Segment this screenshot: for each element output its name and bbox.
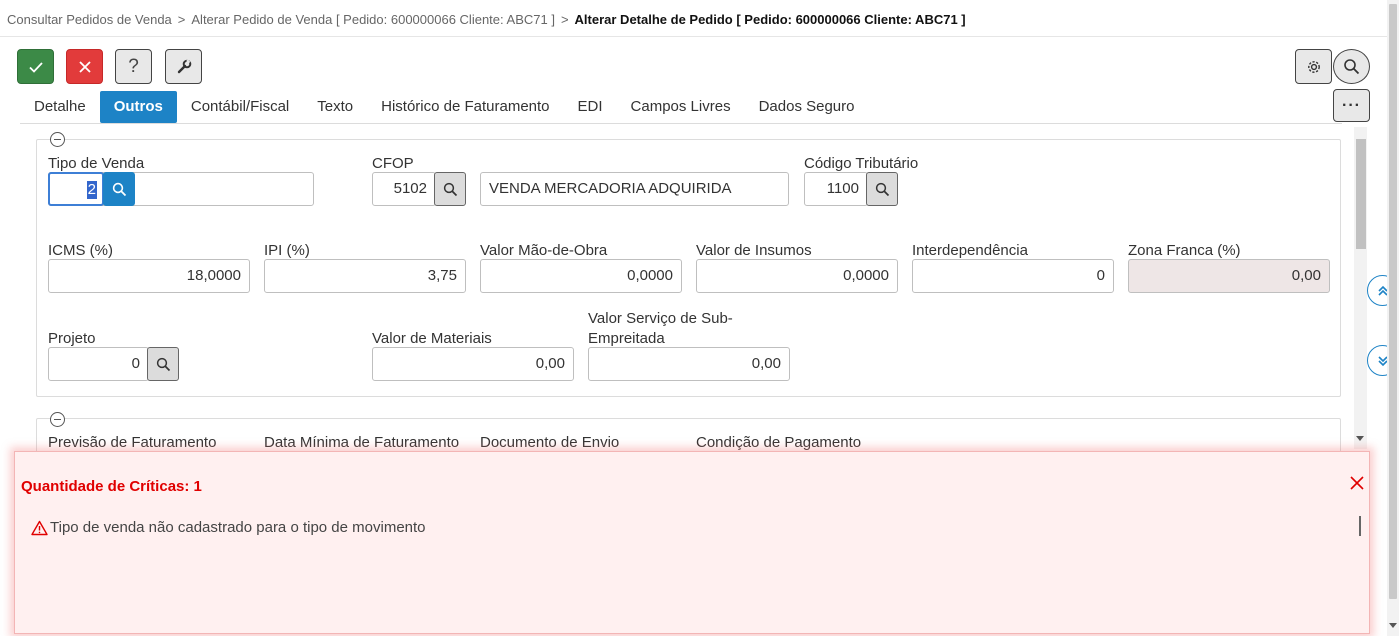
warning-icon — [31, 520, 48, 535]
search-button[interactable] — [1333, 49, 1370, 84]
cfop-lookup-button[interactable] — [434, 172, 466, 206]
help-button[interactable]: ? — [115, 49, 152, 84]
header-divider — [0, 36, 1399, 37]
ipi-label: IPI (%) — [264, 242, 310, 259]
previsao-faturamento-label: Previsão de Faturamento — [48, 434, 217, 451]
codigo-tributario-label: Código Tributário — [804, 155, 919, 172]
codigo-tributario-input[interactable]: 1100 — [804, 172, 868, 206]
tab-outros[interactable]: Outros — [99, 91, 177, 123]
cfop-label: CFOP — [372, 155, 414, 172]
ipi-input[interactable]: 3,75 — [264, 259, 466, 293]
more-label: ··· — [1342, 96, 1361, 114]
projeto-lookup-button[interactable] — [147, 347, 179, 381]
tab-campos-livres[interactable]: Campos Livres — [617, 91, 745, 123]
projeto-input[interactable]: 0 — [48, 347, 149, 381]
close-icon — [1350, 476, 1364, 490]
gear-icon — [1307, 60, 1320, 73]
breadcrumb-separator: > — [560, 12, 569, 27]
error-close-button[interactable] — [1348, 474, 1366, 492]
interdependencia-label: Interdependência — [912, 242, 1028, 259]
valor-insumos-input[interactable]: 0,0000 — [696, 259, 898, 293]
collapse-section-icon[interactable] — [50, 132, 65, 147]
close-icon — [78, 60, 91, 73]
check-icon — [28, 61, 43, 73]
valor-materiais-input[interactable]: 0,00 — [372, 347, 574, 381]
zona-franca-input: 0,00 — [1128, 259, 1330, 293]
search-icon — [443, 182, 457, 196]
search-icon — [156, 357, 170, 371]
valor-servico-input[interactable]: 0,00 — [588, 347, 790, 381]
text-caret — [1359, 516, 1361, 536]
error-count-title: Quantidade de Críticas: 1 — [21, 478, 202, 495]
error-message-text: Tipo de venda não cadastrado para o tipo… — [50, 519, 426, 536]
condicao-pagamento-label: Condição de Pagamento — [696, 434, 862, 451]
breadcrumb-link-consultar-pedidos[interactable]: Consultar Pedidos de Venda — [7, 12, 172, 27]
icms-input[interactable]: 18,0000 — [48, 259, 250, 293]
search-icon — [1344, 59, 1360, 75]
valor-mao-obra-input[interactable]: 0,0000 — [480, 259, 682, 293]
tab-edi[interactable]: EDI — [564, 91, 617, 123]
tab-dados-seguro[interactable]: Dados Seguro — [745, 91, 869, 123]
search-icon — [875, 182, 889, 196]
error-message-item: Tipo de venda não cadastrado para o tipo… — [31, 519, 426, 536]
settings-button[interactable] — [1295, 49, 1332, 84]
cancel-button[interactable] — [66, 49, 103, 84]
breadcrumb: Consultar Pedidos de Venda > Alterar Pedid… — [7, 12, 966, 27]
zona-franca-label: Zona Franca (%) — [1128, 242, 1241, 259]
collapse-section-icon[interactable] — [50, 412, 65, 427]
cfop-description-field: VENDA MERCADORIA ADQUIRIDA — [480, 172, 789, 206]
breadcrumb-separator: > — [177, 12, 186, 27]
tab-historico-faturamento[interactable]: Histórico de Faturamento — [367, 91, 563, 123]
valor-servico-label-line2: Empreitada — [588, 330, 665, 347]
scroll-down-arrow-icon[interactable] — [1356, 436, 1364, 441]
valor-materiais-label: Valor de Materiais — [372, 330, 492, 347]
tab-contabil-fiscal[interactable]: Contábil/Fiscal — [177, 91, 303, 123]
tab-texto[interactable]: Texto — [303, 91, 367, 123]
breadcrumb-link-alterar-pedido[interactable]: Alterar Pedido de Venda [ Pedido: 600000… — [191, 12, 555, 27]
cfop-input[interactable]: 5102 — [372, 172, 436, 206]
tools-button[interactable] — [165, 49, 202, 84]
wrench-icon — [177, 58, 191, 73]
codigo-tributario-lookup-button[interactable] — [866, 172, 898, 206]
valor-servico-label-line1: Valor Serviço de Sub- — [588, 310, 733, 327]
tipo-venda-lookup-button[interactable] — [103, 172, 135, 206]
icms-label: ICMS (%) — [48, 242, 113, 259]
valor-insumos-label: Valor de Insumos — [696, 242, 812, 259]
confirm-button[interactable] — [17, 49, 54, 84]
search-icon — [112, 182, 126, 196]
more-options-button[interactable]: ··· — [1333, 89, 1370, 122]
tipo-venda-input[interactable]: 2 — [48, 172, 104, 206]
error-panel: Quantidade de Críticas: 1 Tipo de venda … — [14, 451, 1370, 634]
tab-bar: Detalhe Outros Contábil/Fiscal Texto His… — [20, 91, 868, 123]
interdependencia-input[interactable]: 0 — [912, 259, 1114, 293]
help-label: ? — [128, 55, 139, 77]
tab-detalhe[interactable]: Detalhe — [20, 91, 100, 123]
page-scroll-down-arrow-icon[interactable] — [1389, 623, 1397, 628]
content-scrollbar-thumb[interactable] — [1356, 139, 1366, 249]
breadcrumb-current: Alterar Detalhe de Pedido [ Pedido: 6000… — [574, 12, 966, 27]
tipo-venda-value: 2 — [86, 181, 97, 199]
valor-mao-obra-label: Valor Mão-de-Obra — [480, 242, 608, 259]
documento-envio-label: Documento de Envio — [480, 434, 620, 451]
data-minima-label: Data Mínima de Faturamento — [264, 434, 460, 451]
page-scrollbar-thumb[interactable] — [1389, 4, 1397, 599]
tipo-venda-label: Tipo de Venda — [48, 155, 145, 172]
projeto-label: Projeto — [48, 330, 96, 347]
tabs-divider — [20, 123, 1342, 124]
